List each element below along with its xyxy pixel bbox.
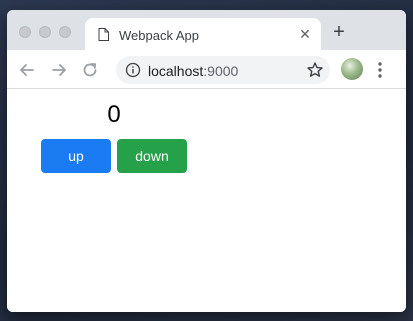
star-icon[interactable] (306, 61, 324, 79)
tab-webpack-app[interactable]: Webpack App ✕ (85, 18, 321, 51)
kebab-menu-icon[interactable] (377, 61, 383, 79)
address-bar[interactable]: localhost:9000 (116, 56, 330, 84)
profile-avatar[interactable] (341, 58, 363, 80)
tab-title: Webpack App (119, 28, 199, 43)
minimize-window-button[interactable] (39, 26, 51, 38)
page-content: 0 up down (7, 89, 406, 312)
zoom-window-button[interactable] (59, 26, 71, 38)
url-host: localhost (148, 63, 204, 79)
document-icon (98, 28, 109, 41)
down-button[interactable]: down (117, 139, 187, 173)
new-tab-button[interactable]: + (329, 22, 349, 42)
up-button[interactable]: up (41, 139, 111, 173)
url-text[interactable]: localhost:9000 (148, 63, 238, 79)
title-bar: Webpack App ✕ + (7, 10, 406, 51)
browser-window: Webpack App ✕ + localhost:9000 0 up down (7, 10, 406, 312)
reload-icon[interactable] (80, 60, 100, 80)
close-tab-icon[interactable]: ✕ (297, 26, 313, 42)
browser-toolbar: localhost:9000 (7, 50, 406, 89)
url-port: :9000 (203, 63, 239, 79)
close-window-button[interactable] (19, 26, 31, 38)
counter-value: 0 (107, 101, 121, 128)
arrow-left-icon[interactable] (17, 60, 37, 80)
info-icon[interactable] (125, 62, 141, 78)
arrow-right-icon[interactable] (49, 60, 69, 80)
